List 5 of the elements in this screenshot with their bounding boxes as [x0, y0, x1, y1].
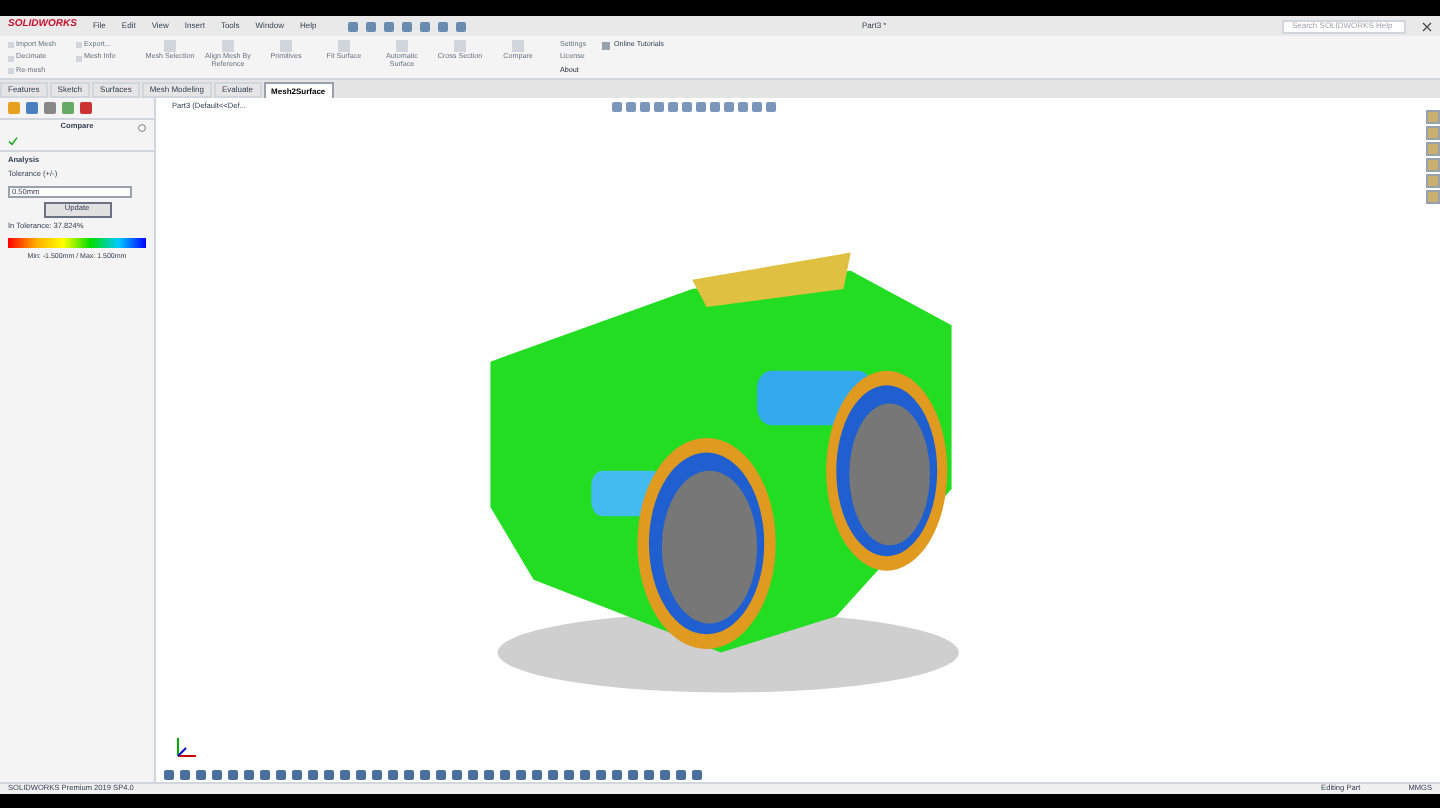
- checkmark-icon[interactable]: [8, 135, 18, 146]
- tutorial-icon: [602, 41, 610, 50]
- axis-triad-icon: [172, 734, 200, 762]
- close-icon[interactable]: [1421, 21, 1432, 31]
- color-scale-bar: [8, 237, 146, 248]
